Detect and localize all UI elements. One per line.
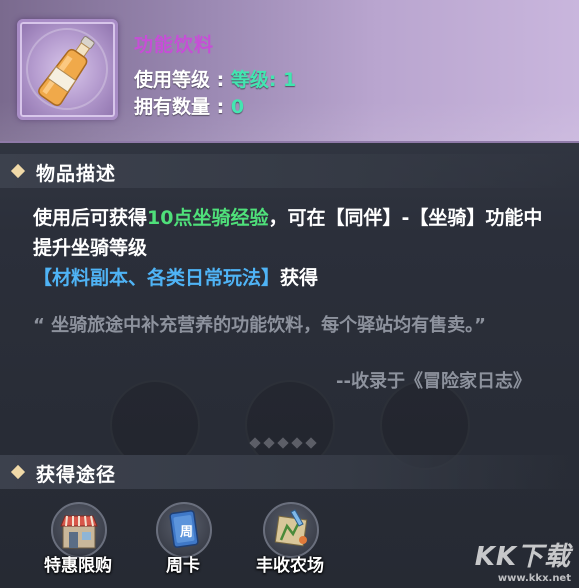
use-level-value: 等级: 1	[230, 69, 297, 91]
flavor-text: “ 坐骑旅途中补充营养的功能饮料，每个驿站均有售卖。”	[33, 315, 486, 336]
acquire-option-farm[interactable]: 丰收农场	[245, 502, 335, 582]
watermark: KK下载 www.kkx.net	[475, 536, 571, 584]
item-description: 使用后可获得10点坐骑经验，可在【同伴】-【坐骑】功能中提升坐骑等级 【材料副本…	[33, 203, 553, 293]
acquire-label: 特惠限购	[44, 556, 112, 576]
owned-quantity-value: 0	[230, 96, 245, 118]
description-text: 使用后可获得	[33, 207, 148, 229]
description-section-header: 物品描述	[0, 154, 579, 188]
use-level-label: 使用等级 :	[134, 69, 231, 91]
farm-icon	[274, 509, 308, 547]
acquire-label: 周卡	[166, 556, 200, 576]
acquire-icon-circle: 周	[156, 502, 212, 558]
owned-quantity-label: 拥有数量 :	[134, 96, 231, 118]
acquire-section-title: 获得途径	[36, 464, 117, 486]
use-level-row: 使用等级 : 等级: 1	[134, 65, 296, 92]
diamond-bullet-icon	[10, 464, 26, 480]
item-tooltip-panel: 功能饮料 使用等级 : 等级: 1 拥有数量 : 0 物品描述 使用后可获得10…	[0, 0, 579, 588]
watermark-logo: KK下载	[474, 542, 571, 572]
item-name: 功能饮料	[134, 34, 215, 56]
acquire-icon-circle	[263, 502, 319, 558]
divider	[248, 432, 328, 449]
description-section-title: 物品描述	[36, 163, 117, 185]
owned-quantity-row: 拥有数量 : 0	[134, 92, 244, 119]
acquire-label: 丰收农场	[256, 556, 324, 576]
diamond-bullet-icon	[10, 163, 26, 179]
description-text: 获得	[280, 267, 319, 289]
bottle-icon	[26, 28, 108, 110]
acquire-option-weekly-card[interactable]: 周 周卡	[138, 502, 228, 582]
acquire-option-shop[interactable]: 特惠限购	[33, 502, 123, 582]
watermark-url: www.kkx.net	[497, 573, 571, 584]
acquire-section-header: 获得途径	[0, 455, 579, 489]
source-link[interactable]: 【材料副本、各类日常玩法】	[33, 267, 280, 289]
item-header: 功能饮料 使用等级 : 等级: 1 拥有数量 : 0	[0, 0, 579, 143]
shop-icon	[60, 515, 98, 549]
mount-exp-highlight: 10点坐骑经验	[147, 207, 269, 229]
acquire-icon-circle	[51, 502, 107, 558]
svg-text:周: 周	[180, 525, 193, 540]
item-icon-frame[interactable]	[17, 19, 118, 120]
weekly-card-icon: 周	[169, 510, 199, 548]
flavor-source: --收录于《冒险家日志》	[336, 371, 531, 392]
